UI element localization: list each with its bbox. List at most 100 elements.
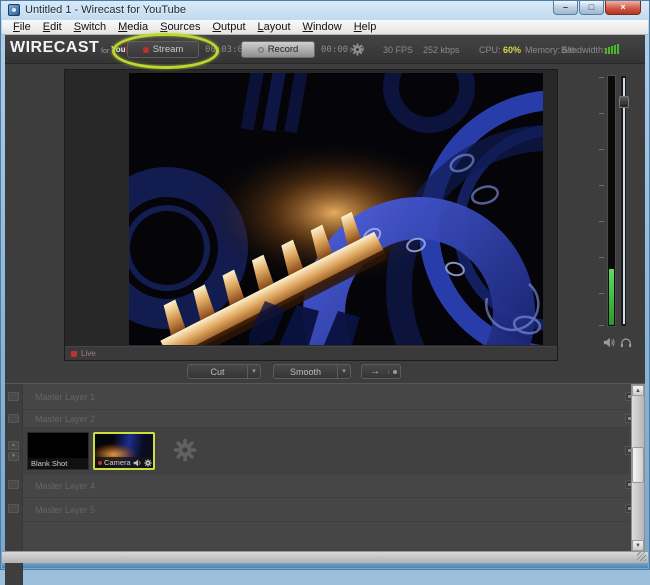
meter-tick xyxy=(599,325,604,326)
maximize-button[interactable]: □ xyxy=(579,1,604,15)
meter-tick xyxy=(599,221,604,222)
close-button[interactable]: × xyxy=(605,1,641,15)
preview-status-strip: Live xyxy=(65,346,557,360)
status-bar xyxy=(2,551,648,563)
fps-stat: 30 FPS xyxy=(383,45,413,55)
master-layer-3-row[interactable]: Blank Shot Camera xyxy=(23,428,629,474)
app-icon xyxy=(8,4,20,16)
cpu-value: 60% xyxy=(503,45,521,55)
layer3-scroll-down-button[interactable]: ▼ xyxy=(8,452,19,461)
audio-output-icons xyxy=(603,337,632,348)
blank-shot-label: Blank Shot xyxy=(31,458,67,469)
menu-help[interactable]: Help xyxy=(348,20,383,34)
scrollbar-down-arrow[interactable]: ▼ xyxy=(632,540,644,551)
toolbar: WIRECAST for YouTube Stream 00:03:01 Rec… xyxy=(5,35,645,64)
menu-sources[interactable]: Sources xyxy=(154,20,206,34)
speaker-icon[interactable] xyxy=(603,337,615,348)
memory-label: Memory: xyxy=(525,45,560,55)
go-arrow-icon: → xyxy=(362,365,388,378)
stream-highlight-annotation xyxy=(112,33,219,69)
bitrate-stat: 252 kbps xyxy=(423,45,460,55)
transition-smooth-button[interactable]: Smooth ▾ xyxy=(273,364,351,379)
layer4-expand-button[interactable] xyxy=(8,480,19,489)
meter-tick xyxy=(599,113,604,114)
camera-settings-gear-icon[interactable] xyxy=(144,459,152,467)
blank-shot-thumbnail[interactable]: Blank Shot xyxy=(27,432,89,470)
transition-speed-toggle[interactable] xyxy=(388,370,400,374)
meter-tick xyxy=(599,185,604,186)
audio-level-fill xyxy=(609,269,614,325)
resize-grip[interactable] xyxy=(637,552,646,561)
menu-bar: File Edit Switch Media Sources Output La… xyxy=(2,20,648,35)
master-layer-2-label: Master Layer 2 xyxy=(35,414,95,424)
master-layer-5-row[interactable]: Master Layer 5 xyxy=(23,498,629,522)
menu-media[interactable]: Media xyxy=(112,20,154,34)
master-layer-4-label: Master Layer 4 xyxy=(35,481,95,491)
scrollbar-up-arrow[interactable]: ▲ xyxy=(632,385,644,396)
layer2-expand-button[interactable] xyxy=(8,414,19,423)
audio-meter-panel xyxy=(599,73,633,363)
meter-tick xyxy=(599,77,604,78)
cut-label: Cut xyxy=(188,367,247,377)
bandwidth-label: Bandwidth: xyxy=(561,45,606,55)
preview-video xyxy=(129,73,543,345)
empty-shot-gear-icon xyxy=(173,438,197,462)
cpu-stat: CPU: 60% xyxy=(479,45,521,55)
smooth-label: Smooth xyxy=(274,367,337,377)
master-layer-1-label: Master Layer 1 xyxy=(35,392,95,402)
layer3-scroll-up-button[interactable]: ▲ xyxy=(8,441,19,450)
blank-shot-label-strip: Blank Shot xyxy=(28,458,88,469)
bandwidth-bars-icon xyxy=(605,44,619,54)
menu-switch[interactable]: Switch xyxy=(68,20,112,34)
window-title: Untitled 1 - Wirecast for YouTube xyxy=(25,4,186,16)
meter-tick xyxy=(599,257,604,258)
transition-bar: Cut ▾ Smooth ▾ → xyxy=(5,361,645,383)
menu-layout[interactable]: Layout xyxy=(252,20,297,34)
volume-slider-handle[interactable] xyxy=(619,96,629,108)
master-layer-4-row[interactable]: Master Layer 4 xyxy=(23,474,629,498)
audio-level-meter xyxy=(607,75,616,327)
camera-shot-label: Camera xyxy=(104,457,131,468)
meter-tick xyxy=(599,293,604,294)
record-dot-icon xyxy=(258,47,264,53)
transition-go-button[interactable]: → xyxy=(361,364,401,379)
master-layer-1-row[interactable]: Master Layer 1 xyxy=(23,384,629,410)
gears-video-frame xyxy=(129,73,543,345)
record-button-label: Record xyxy=(268,44,299,55)
live-indicator-icon xyxy=(71,351,77,357)
master-layer-2-row[interactable]: Master Layer 2 xyxy=(23,410,629,428)
menu-file[interactable]: File xyxy=(7,20,37,34)
wirecast-logo: WIRECAST xyxy=(10,39,99,57)
main-content: WIRECAST for YouTube Stream 00:03:01 Rec… xyxy=(5,35,645,551)
camera-shot-label-strip: Camera xyxy=(95,457,153,468)
layer1-expand-button[interactable] xyxy=(8,392,19,401)
menu-edit[interactable]: Edit xyxy=(37,20,68,34)
layer5-expand-button[interactable] xyxy=(8,504,19,513)
minimize-button[interactable]: – xyxy=(553,1,578,15)
record-button[interactable]: Record xyxy=(241,41,315,58)
chevron-down-icon[interactable]: ▾ xyxy=(247,365,260,378)
title-bar[interactable]: Untitled 1 - Wirecast for YouTube – □ × xyxy=(1,1,649,20)
headphones-icon[interactable] xyxy=(620,337,632,348)
shot-layers-panel: ▲ ▼ Master Layer 1 Master Layer 2 Blank … xyxy=(5,383,645,551)
master-layer-5-label: Master Layer 5 xyxy=(35,505,95,515)
window-frame: Untitled 1 - Wirecast for YouTube – □ × … xyxy=(0,0,650,570)
cpu-label: CPU: xyxy=(479,45,501,55)
meter-tick xyxy=(599,149,604,150)
transition-cut-button[interactable]: Cut ▾ xyxy=(187,364,261,379)
scrollbar-thumb[interactable] xyxy=(632,447,644,483)
layers-scrollbar[interactable]: ▲ ▼ xyxy=(631,384,645,552)
camera-shot-thumbnail-selected[interactable]: Camera xyxy=(93,432,155,470)
window-controls: – □ × xyxy=(553,1,641,15)
menu-window[interactable]: Window xyxy=(297,20,348,34)
encoder-settings-gear-icon[interactable] xyxy=(351,43,364,56)
chevron-down-icon[interactable]: ▾ xyxy=(337,365,350,378)
volume-slider-line xyxy=(623,78,625,324)
menu-output[interactable]: Output xyxy=(206,20,251,34)
camera-live-dot-icon xyxy=(98,461,102,465)
live-preview-canvas: Live xyxy=(64,69,558,361)
volume-slider[interactable] xyxy=(620,75,627,327)
logo-for-text: for xyxy=(101,48,109,55)
camera-audio-icon[interactable] xyxy=(133,459,142,467)
live-indicator-label: Live xyxy=(81,349,96,358)
